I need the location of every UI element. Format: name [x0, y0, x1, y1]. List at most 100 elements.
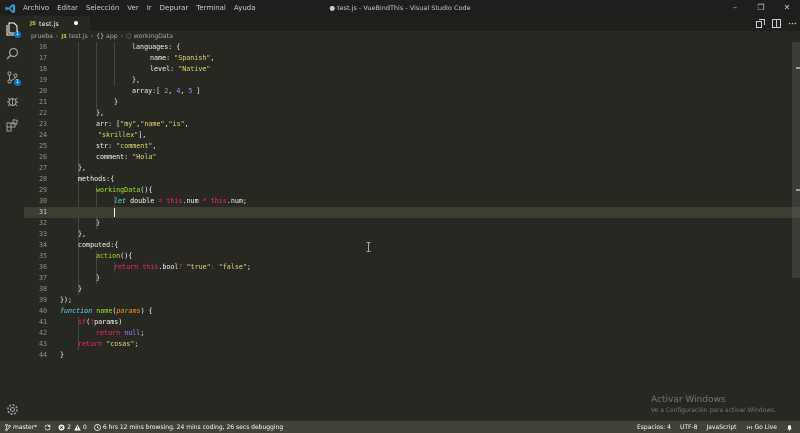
tab-test-js[interactable]: JS test.js — [24, 16, 90, 31]
code-token: this — [138, 263, 159, 271]
language-status[interactable]: JavaScript — [706, 424, 736, 431]
js-file-icon: JS — [30, 20, 37, 27]
more-actions-button[interactable] — [784, 19, 800, 28]
line-number: 31 — [38, 208, 47, 216]
settings-button[interactable] — [3, 400, 21, 418]
time-tracking-text: 6 hrs 12 mins browsing, 24 mins coding, … — [102, 423, 284, 431]
code-text: str: "comment", — [96, 141, 156, 152]
code-token: "comment" — [116, 142, 153, 150]
code-text: }, — [96, 109, 105, 117]
title-bar: Archivo Editar Selección Ver Ir Depurar … — [0, 0, 800, 16]
line-number: 41 — [38, 318, 47, 326]
search-icon — [6, 47, 18, 59]
breadcrumb-symbol-workingdata[interactable]: workingData — [134, 33, 173, 40]
line-number: 30 — [38, 197, 47, 205]
code-line: 32} — [24, 218, 800, 229]
go-live-label: Go Live — [754, 423, 777, 431]
problems-status[interactable]: 2 0 — [58, 424, 87, 431]
code-line: 19}, — [24, 75, 800, 86]
menu-seleccion[interactable]: Selección — [86, 4, 119, 12]
code-text: array:[ 2, 4, 5 ] — [132, 86, 201, 97]
broadcast-icon — [746, 425, 752, 429]
code-text: comment: "Hola" — [96, 152, 156, 163]
scrollbar-thumb[interactable] — [792, 42, 800, 278]
code-token: (){ — [140, 186, 153, 194]
line-number: 38 — [38, 285, 47, 293]
line-number: 40 — [38, 307, 47, 315]
line-number: 20 — [38, 87, 47, 95]
search-button[interactable] — [3, 44, 21, 62]
code-line: 39}); — [24, 295, 800, 306]
minimize-icon[interactable]: – — [722, 0, 748, 16]
menu-editar[interactable]: Editar — [57, 4, 78, 12]
code-line: 16 languages: { — [24, 42, 800, 53]
method-icon: ⬡ — [126, 33, 132, 40]
error-icon — [58, 424, 65, 430]
unsaved-dot-icon[interactable] — [74, 21, 78, 25]
code-text: function name(params) { — [60, 306, 153, 317]
code-text: } — [96, 274, 101, 282]
encoding-status[interactable]: UTF-8 — [680, 424, 698, 431]
menu-terminal[interactable]: Terminal — [196, 4, 226, 12]
breadcrumb-folder[interactable]: prueba — [31, 33, 53, 40]
menu-ver[interactable]: Ver — [127, 4, 138, 12]
code-text: workingData(){ — [96, 185, 152, 196]
watermark-title: Activar Windows — [651, 395, 726, 405]
close-icon[interactable]: ✕ — [774, 0, 800, 16]
code-token: "my" — [120, 120, 137, 128]
explorer-button[interactable]: 1 — [3, 20, 21, 38]
code-token: "name" — [140, 120, 165, 128]
code-token: "cosas" — [102, 340, 135, 348]
code-text: return "cosas"; — [78, 339, 138, 350]
code-token: ; — [140, 329, 145, 337]
line-number: 18 — [38, 65, 47, 73]
breadcrumb-file[interactable]: test.js — [69, 33, 88, 40]
wakatime-status[interactable]: 6 hrs 12 mins browsing, 24 mins coding, … — [93, 423, 284, 431]
code-line: 26 comment: "Hola" — [24, 152, 800, 163]
menu-ir[interactable]: Ir — [147, 4, 152, 12]
line-number: 19 — [38, 76, 47, 84]
code-editor[interactable]: 16 languages: { 17 name: "Spanish", 18 leve… — [24, 42, 800, 421]
code-line: 43 return "cosas"; — [24, 339, 800, 350]
line-number: 17 — [38, 54, 47, 62]
code-line: 33}, — [24, 229, 800, 240]
open-changes-button[interactable] — [752, 19, 768, 28]
menu-archivo[interactable]: Archivo — [23, 4, 49, 12]
explorer-badge: 1 — [14, 31, 21, 38]
code-token: params — [116, 307, 141, 315]
code-line: 44} — [24, 350, 800, 361]
branch-name: master* — [13, 423, 38, 431]
line-number: 27 — [38, 164, 47, 172]
scm-badge: 1 — [14, 79, 21, 86]
sync-button[interactable] — [44, 424, 51, 431]
breadcrumb: prueba › JS test.js › {} app › ⬡ working… — [24, 31, 800, 42]
menu-ayuda[interactable]: Ayuda — [234, 4, 256, 12]
menu-depurar[interactable]: Depurar — [160, 4, 189, 12]
go-live-button[interactable]: Go Live — [746, 424, 777, 431]
code-text: arr: ["my","name","is", — [96, 119, 189, 130]
restore-icon[interactable]: ❐ — [748, 0, 774, 16]
debug-button[interactable] — [3, 92, 21, 110]
code-text: } — [78, 285, 83, 293]
breadcrumb-symbol-app[interactable]: app — [106, 33, 118, 40]
braces-icon: {} — [96, 33, 105, 40]
code-line-current[interactable]: 31 — [24, 207, 800, 218]
indentation-status[interactable]: Espacios: 4 — [637, 424, 671, 431]
source-control-button[interactable]: 1 — [3, 68, 21, 86]
vertical-scrollbar[interactable] — [792, 42, 800, 421]
code-line: 40 function name(params) { — [24, 306, 800, 317]
extensions-button[interactable] — [3, 116, 21, 134]
split-editor-button[interactable] — [768, 19, 784, 28]
line-number: 35 — [38, 252, 47, 260]
code-token: ; — [246, 263, 251, 271]
code-token: action — [96, 252, 121, 260]
code-token: "Native" — [178, 65, 211, 73]
branch-status[interactable]: master* — [5, 424, 37, 431]
notifications-button[interactable] — [786, 424, 793, 431]
code-text: } — [114, 98, 119, 106]
code-token: comment: — [96, 153, 133, 161]
code-token: (){ — [120, 252, 133, 260]
code-line: 42 return null; — [24, 328, 800, 339]
line-number: 36 — [38, 263, 47, 271]
line-number: 26 — [38, 153, 47, 161]
